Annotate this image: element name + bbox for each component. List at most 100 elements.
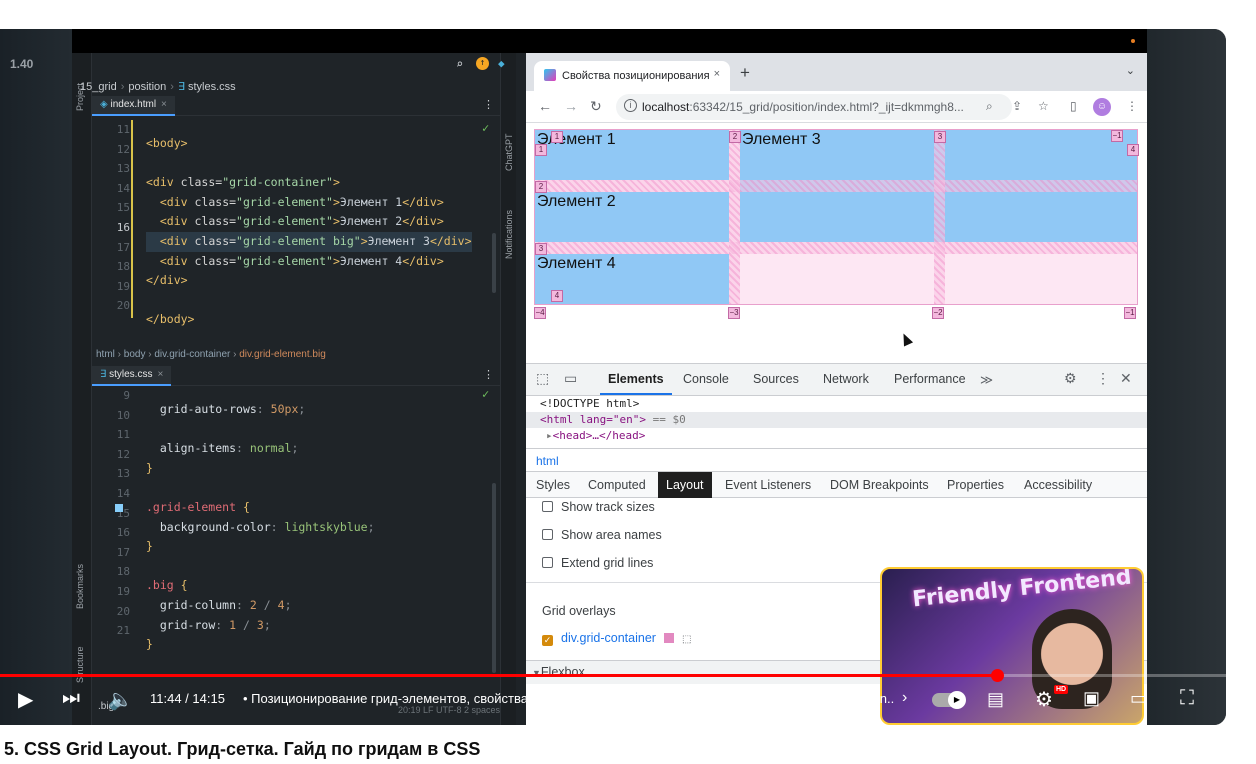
checkbox[interactable] xyxy=(542,557,553,568)
settings-gear-icon[interactable]: ⚙ xyxy=(1064,370,1077,387)
mouse-cursor xyxy=(898,331,914,347)
fullscreen-icon[interactable]: ⛶ xyxy=(1180,687,1194,710)
subtab-properties[interactable]: Properties xyxy=(947,478,1004,492)
grid-line-label: 4 xyxy=(1127,144,1139,156)
color-swatch-icon[interactable] xyxy=(115,504,123,512)
subtab-accessibility[interactable]: Accessibility xyxy=(1024,478,1092,492)
share-icon[interactable]: ⇪ xyxy=(1012,99,1022,113)
subtab-computed[interactable]: Computed xyxy=(588,478,646,492)
checkbox[interactable] xyxy=(542,501,553,512)
bookmark-star-icon[interactable]: ☆ xyxy=(1038,99,1049,113)
progress-scrubber[interactable] xyxy=(991,669,1004,682)
dom-breadcrumb[interactable]: html xyxy=(526,448,1147,472)
search-icon[interactable]: ⌕ xyxy=(456,57,463,71)
html-tab-bar: ◈ index.html × ⋮ xyxy=(92,96,500,116)
breadcrumb-subfolder[interactable]: position xyxy=(128,81,166,93)
breadcrumb-folder[interactable]: 15_grid xyxy=(80,81,117,93)
option-extend-grid-lines[interactable]: Extend grid lines xyxy=(542,556,653,570)
chatgpt-tool-label[interactable]: ChatGPT xyxy=(504,133,514,171)
url-path: :63342/15_grid/position/index.html?_ijt=… xyxy=(689,100,964,114)
notifications-tool-label[interactable]: Notifications xyxy=(504,210,514,259)
play-icon[interactable]: ▶ xyxy=(18,687,33,712)
path-body[interactable]: body xyxy=(124,349,146,360)
css-code[interactable]: grid-auto-rows: 50px; align-items: norma… xyxy=(146,386,375,683)
volume-icon[interactable]: 🔈 xyxy=(108,687,133,712)
browser-tab[interactable]: Свойства позиционирования × xyxy=(534,61,730,91)
ai-assistant-icon[interactable]: ◆ xyxy=(498,57,505,70)
tab-network[interactable]: Network xyxy=(823,372,869,386)
css-scrollbar[interactable] xyxy=(492,483,496,673)
reveal-element-icon[interactable]: ⬚ xyxy=(682,634,691,645)
grid-overlay-item[interactable]: ✓ div.grid-container ⬚ xyxy=(542,631,691,646)
autoplay-toggle[interactable]: ▶ xyxy=(932,691,966,709)
side-panel-icon[interactable]: ▯ xyxy=(1070,99,1077,113)
option-show-track-sizes[interactable]: Show track sizes xyxy=(542,500,655,512)
close-icon[interactable]: × xyxy=(157,369,163,380)
address-bar[interactable]: i localhost:63342/15_grid/position/index… xyxy=(616,94,1012,120)
subtab-layout[interactable]: Layout xyxy=(658,472,712,498)
progress-played xyxy=(0,674,997,677)
close-icon[interactable]: × xyxy=(161,99,167,110)
breadcrumb-file[interactable]: styles.css xyxy=(188,81,236,93)
tab-sources[interactable]: Sources xyxy=(753,372,799,386)
forward-icon[interactable]: → xyxy=(564,98,578,114)
update-icon[interactable]: ↑ xyxy=(476,57,489,70)
option-show-area-names[interactable]: Show area names xyxy=(542,528,662,542)
path-grid-element-big[interactable]: div.grid-element.big xyxy=(239,349,326,360)
browser-toolbar: ← → ↻ i localhost:63342/15_grid/position… xyxy=(526,91,1147,123)
reload-icon[interactable]: ↻ xyxy=(590,98,602,115)
tab-elements[interactable]: Elements xyxy=(608,372,664,386)
tab-styles-css[interactable]: ∃ styles.css × xyxy=(92,366,172,386)
close-devtools-icon[interactable]: ✕ xyxy=(1120,370,1132,387)
subtab-event-listeners[interactable]: Event Listeners xyxy=(725,478,811,492)
site-info-icon[interactable]: i xyxy=(624,99,637,112)
checkbox[interactable] xyxy=(542,529,553,540)
customize-menu-icon[interactable]: ⋮ xyxy=(1096,370,1110,387)
chapter-chevron-icon[interactable]: › xyxy=(902,689,907,707)
chapter-title[interactable]: • Позиционирование грид-элементов, свойс… xyxy=(243,691,895,706)
subtitles-icon[interactable]: ▤ xyxy=(987,689,1004,710)
more-tabs-icon[interactable]: ≫ xyxy=(980,372,993,387)
video-title[interactable]: 5. CSS Grid Layout. Грид-сетка. Гайд по … xyxy=(4,739,480,760)
back-icon[interactable]: ← xyxy=(538,98,552,114)
dom-html-node[interactable]: <html lang="en"> == $0 xyxy=(526,412,1147,428)
profile-avatar[interactable]: ☺ xyxy=(1093,98,1111,116)
dom-doctype[interactable]: <!DOCTYPE html> xyxy=(526,396,1147,412)
checked-checkbox[interactable]: ✓ xyxy=(542,635,553,646)
subtab-dom-breakpoints[interactable]: DOM Breakpoints xyxy=(830,478,929,492)
device-toolbar-icon[interactable]: ▭ xyxy=(564,370,577,387)
browser-menu-icon[interactable]: ⋮ xyxy=(1126,99,1138,113)
dom-head-node[interactable]: ▸<head>…</head> xyxy=(526,428,1147,444)
tab-search-icon[interactable]: ⌄ xyxy=(1126,64,1135,77)
overlay-color-swatch[interactable] xyxy=(663,633,674,643)
video-player[interactable]: 1.40 Project Bookmarks Structure ChatGPT… xyxy=(0,29,1226,725)
no-problems-check-icon[interactable]: ✓ xyxy=(482,121,489,135)
html-code[interactable]: <body> <div class="grid-container"> <div… xyxy=(146,120,472,358)
path-html[interactable]: html xyxy=(96,349,115,360)
inspect-element-icon[interactable]: ⬚ xyxy=(536,370,549,387)
close-tab-icon[interactable]: × xyxy=(714,68,720,80)
tab-performance[interactable]: Performance xyxy=(894,372,966,386)
zoom-icon[interactable]: ⌕ xyxy=(986,99,993,114)
next-video-icon[interactable]: ⏭ xyxy=(62,687,80,710)
ide-status-bar: 20:19 LF UTF-8 2 spaces xyxy=(397,705,500,715)
browser-tab-title: Свойства позиционирования xyxy=(562,70,710,82)
theater-mode-icon[interactable]: ▭ xyxy=(1130,688,1147,709)
tab-index-html[interactable]: ◈ index.html × xyxy=(92,96,175,116)
structure-tool-label[interactable]: Structure xyxy=(75,646,85,683)
miniplayer-icon[interactable]: ▣ xyxy=(1083,688,1100,709)
dom-tree[interactable]: <!DOCTYPE html> <html lang="en"> == $0 ▸… xyxy=(526,396,1147,444)
settings-icon[interactable]: ⚙ xyxy=(1035,687,1053,712)
tab-label: index.html xyxy=(110,99,157,110)
tab-console[interactable]: Console xyxy=(683,372,729,386)
ide-window: Project Bookmarks Structure ChatGPT Noti… xyxy=(72,53,516,725)
new-tab-button[interactable]: + xyxy=(740,63,750,83)
subtab-styles[interactable]: Styles xyxy=(536,478,570,492)
no-problems-check-icon[interactable]: ✓ xyxy=(482,387,489,401)
more-icon[interactable]: ⋮ xyxy=(483,368,494,381)
html-scrollbar[interactable] xyxy=(492,233,496,293)
path-grid-container[interactable]: div.grid-container xyxy=(154,349,230,360)
more-icon[interactable]: ⋮ xyxy=(483,98,494,111)
neon-sign: Friendly Frontend xyxy=(911,567,1133,613)
bookmarks-tool-label[interactable]: Bookmarks xyxy=(75,564,85,609)
